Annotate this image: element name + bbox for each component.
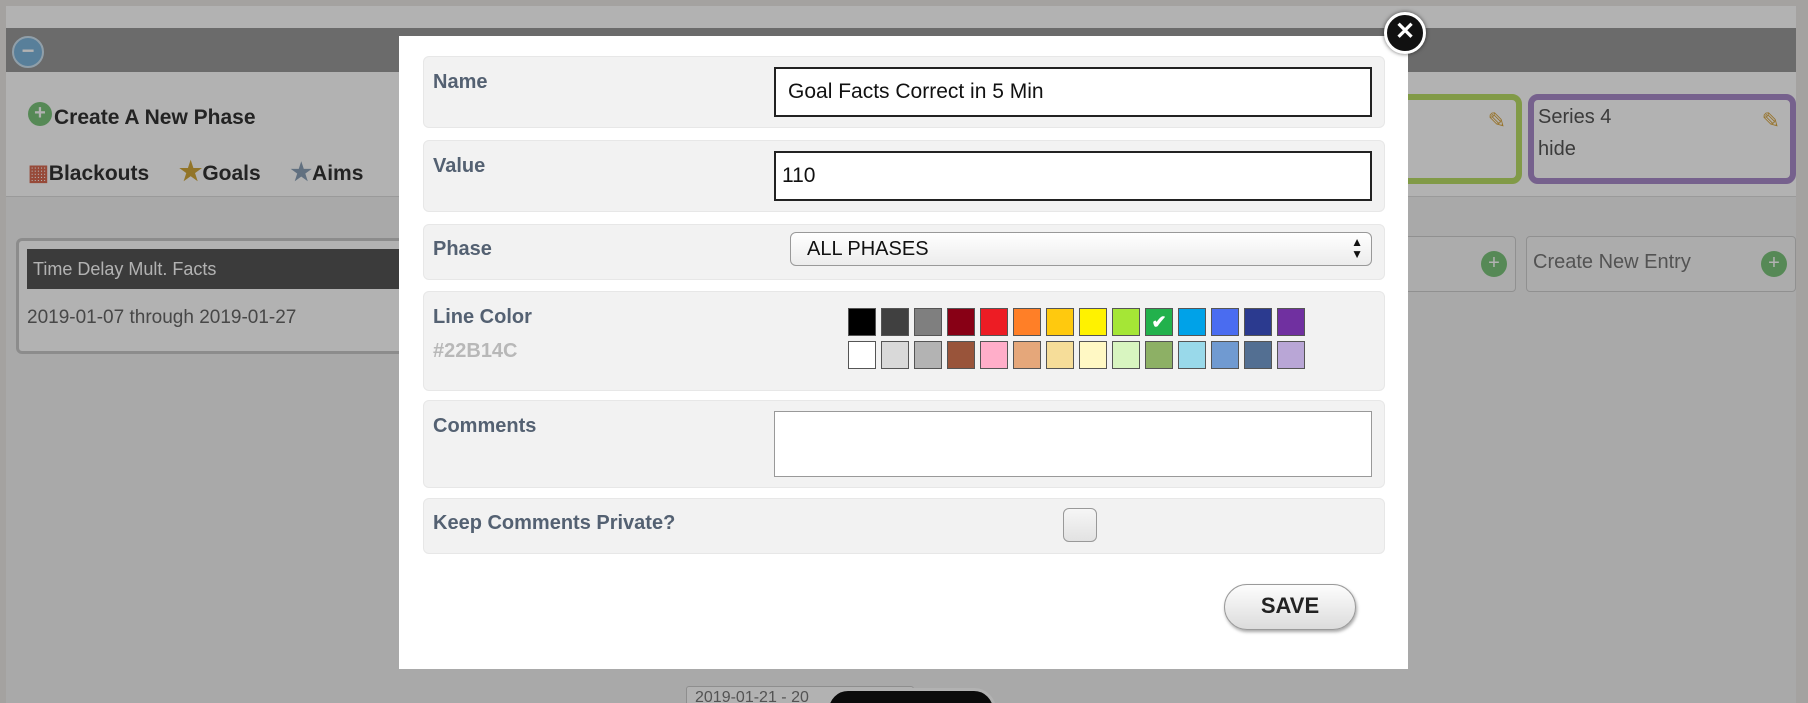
phase-select[interactable]: ALL PHASES ▲ ▼ xyxy=(790,232,1372,266)
color-swatch[interactable] xyxy=(1211,341,1239,369)
comments-label: Comments xyxy=(433,415,537,437)
select-arrows-icon: ▲ ▼ xyxy=(1351,235,1363,261)
color-swatch[interactable] xyxy=(1013,341,1041,369)
color-swatch[interactable] xyxy=(1046,308,1074,336)
value-row: Value xyxy=(423,140,1385,212)
color-swatch[interactable] xyxy=(1277,308,1305,336)
color-swatch[interactable] xyxy=(1079,308,1107,336)
color-swatch[interactable] xyxy=(1277,341,1305,369)
color-swatch[interactable] xyxy=(1244,341,1272,369)
color-swatch[interactable] xyxy=(848,341,876,369)
close-icon[interactable]: ✕ xyxy=(1384,12,1426,54)
color-swatch[interactable] xyxy=(1079,341,1107,369)
color-swatch[interactable] xyxy=(881,308,909,336)
color-swatch[interactable] xyxy=(1178,308,1206,336)
color-swatch[interactable] xyxy=(848,308,876,336)
value-label: Value xyxy=(433,155,486,177)
name-row: Name xyxy=(423,56,1385,128)
color-swatch[interactable] xyxy=(1046,341,1074,369)
color-swatch[interactable] xyxy=(980,308,1008,336)
color-swatch[interactable] xyxy=(1013,308,1041,336)
private-row: Keep Comments Private? xyxy=(423,498,1385,554)
private-label: Keep Comments Private? xyxy=(433,512,676,534)
phase-label: Phase xyxy=(433,238,492,260)
color-swatch[interactable] xyxy=(1112,308,1140,336)
comments-row: Comments xyxy=(423,400,1385,488)
name-input[interactable] xyxy=(774,67,1372,117)
name-label: Name xyxy=(433,71,488,93)
color-swatch[interactable] xyxy=(881,341,909,369)
line-color-row: Line Color #22B14C ✔ xyxy=(423,291,1385,391)
color-swatch[interactable] xyxy=(1178,341,1206,369)
comments-textarea[interactable] xyxy=(774,411,1372,477)
save-button[interactable]: SAVE xyxy=(1224,584,1356,630)
private-checkbox[interactable] xyxy=(1063,508,1097,542)
color-swatch[interactable] xyxy=(1112,341,1140,369)
value-input[interactable] xyxy=(774,151,1372,201)
goal-modal: Name Value Phase ALL PHASES ▲▼ Line Colo… xyxy=(399,36,1408,669)
line-color-label: Line Color xyxy=(433,306,532,328)
color-swatch-selected[interactable]: ✔ xyxy=(1145,308,1173,336)
color-swatch[interactable] xyxy=(947,308,975,336)
color-swatch[interactable] xyxy=(914,341,942,369)
phase-row: Phase ALL PHASES ▲ ▼ xyxy=(423,224,1385,280)
color-swatch[interactable] xyxy=(947,341,975,369)
color-swatch[interactable] xyxy=(1211,308,1239,336)
line-color-hex: #22B14C xyxy=(433,340,518,362)
color-swatch[interactable] xyxy=(1244,308,1272,336)
color-swatch[interactable] xyxy=(914,308,942,336)
color-swatch[interactable] xyxy=(980,341,1008,369)
phase-select-value: ALL PHASES xyxy=(807,238,929,260)
color-swatch[interactable] xyxy=(1145,341,1173,369)
